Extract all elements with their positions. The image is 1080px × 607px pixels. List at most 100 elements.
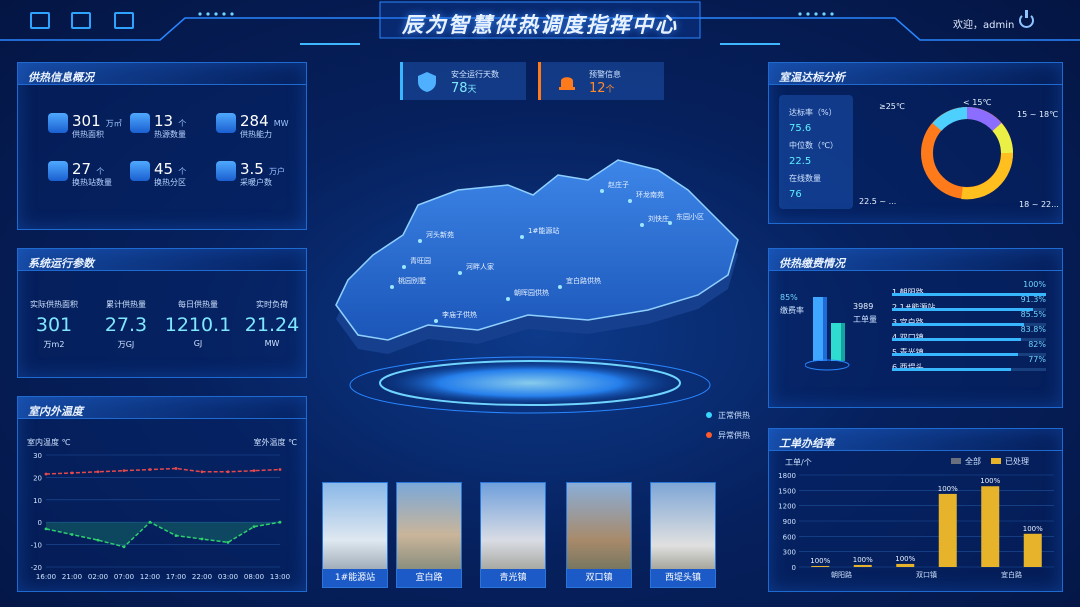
series-point <box>96 538 100 542</box>
work-order-panel: 工单办结率 工单/个 全部 已处理 1800 1500 1200 900 600 300 0… <box>768 428 1063 592</box>
legend-all: 全部 <box>965 457 981 466</box>
temperature-panel: 室内外温度 室内温度 ℃ 室外温度 ℃ 30 20 10 0 -10 -20 16:00 21… <box>17 396 307 592</box>
map-place-label: 1#能源站 <box>528 226 559 235</box>
station-thumb-label: 宜白路 <box>397 569 461 587</box>
param-value: 27.3 <box>104 314 148 336</box>
series-point <box>148 520 152 524</box>
station-thumb[interactable]: 青光镇 <box>480 482 546 588</box>
y-axis-label: 工单/个 <box>785 458 812 467</box>
map-place-label: 朝晖园供热 <box>514 288 549 297</box>
stat-value: 45 <box>154 160 174 178</box>
x-tick-label: 双口镇 <box>916 570 937 579</box>
place-dot-icon <box>600 189 604 193</box>
x-tick-label: 21:00 <box>62 573 82 581</box>
place-dot-icon <box>558 285 562 289</box>
heating-map: 赵庄子环龙南苑刘快庄 东园小区河头新苑 1#能源站青旺园河畔人家桃园别墅朝晖园供热 宜… <box>335 159 739 414</box>
map-place-label: 桃园别墅 <box>398 276 426 285</box>
series-point <box>122 469 126 473</box>
supply-info-panel: 供热信息概况 301 万㎡ 供热面积 13 个热源数量 284 MW 供热能力 27 个换… <box>17 62 307 230</box>
y-tick-label: 1800 <box>778 472 796 480</box>
shield-icon <box>418 72 436 92</box>
y-tick-label: 600 <box>783 533 796 541</box>
y-tick-label: 300 <box>783 549 796 557</box>
place-dot-icon <box>418 239 422 243</box>
stat-label: 供热能力 <box>240 130 272 139</box>
legend-done: 已处理 <box>1005 457 1029 466</box>
param-2: 每日供热量 1210.1 GJ <box>162 299 234 348</box>
page-title: 辰为智慧供热调度指挥中心 <box>402 13 678 37</box>
place-dot-icon <box>668 221 672 225</box>
fee-row-pct: 85.5% <box>1020 310 1046 319</box>
fee-row-pct: 83.8% <box>1020 325 1046 334</box>
donut-label-15: < 15℃ <box>963 98 991 107</box>
station-thumb[interactable]: 双口镇 <box>566 482 632 588</box>
x-tick-label: 朝阳路 <box>831 570 852 579</box>
param-value: 301 <box>35 314 73 336</box>
stat-unit: 个 <box>178 167 187 176</box>
y-tick-label: -20 <box>31 564 42 572</box>
x-tick-label: 13:00 <box>270 573 290 581</box>
bar-data-label: 100% <box>980 477 1000 485</box>
stat-unit: 万户 <box>268 167 285 176</box>
area-icon <box>48 113 68 133</box>
normal-dot-icon <box>706 412 712 418</box>
bar-data-label: 100% <box>895 555 915 563</box>
x-tick-label: 03:00 <box>218 573 238 581</box>
donut-label-18-22: 18 ~ 22... <box>1019 200 1059 209</box>
param-1: 累计供热量 27.3 万GJ <box>90 299 162 350</box>
param-label: 累计供热量 <box>106 300 146 309</box>
stat-unit: 个 <box>96 167 105 176</box>
place-dot-icon <box>402 265 406 269</box>
place-dot-icon <box>640 223 644 227</box>
map-place-label: 宜白路供热 <box>566 276 601 285</box>
donut-label-22: 22.5 ~ ... <box>859 197 896 206</box>
x-tick-label: 08:00 <box>244 573 264 581</box>
station-thumb-label: 双口镇 <box>567 569 631 587</box>
station-thumb[interactable]: 宜白路 <box>396 482 462 588</box>
station-thumb[interactable]: 1#能源站 <box>322 482 388 588</box>
series-line-0 <box>45 467 281 475</box>
param-3: 实时负荷 21.24 MW <box>236 299 308 348</box>
hands-icon <box>130 161 150 181</box>
series-point <box>226 470 230 474</box>
x-tick-label: 02:00 <box>88 573 108 581</box>
panel-title: 系统运行参数 <box>28 257 94 270</box>
y-tick-label: 20 <box>33 474 42 482</box>
room-temp-stats: 达标率（%） 75.6 中位数（℃） 22.5 在线数量 76 <box>779 95 853 209</box>
outdoor-area <box>46 522 280 547</box>
rate-label: 达标率（%） <box>789 108 837 117</box>
place-dot-icon <box>520 235 524 239</box>
bar <box>938 493 957 567</box>
series-point <box>252 525 256 529</box>
place-dot-icon <box>434 319 438 323</box>
stat-value: 3.5 <box>240 160 264 178</box>
alarm-value: 12 <box>589 81 606 96</box>
stat-value: 27 <box>72 160 92 178</box>
series-point <box>226 540 230 544</box>
station-thumb-label: 青光镇 <box>481 569 545 587</box>
param-unit: MW <box>264 339 280 348</box>
place-dot-icon <box>506 297 510 301</box>
stat-unit: 万㎡ <box>105 119 122 128</box>
series-point <box>278 520 282 524</box>
series-point <box>148 468 152 471</box>
map-place-label: 河头新苑 <box>426 230 454 239</box>
house-icon <box>216 113 236 133</box>
bar <box>896 563 915 567</box>
map-place-label: 刘快庄 <box>648 214 669 223</box>
map-legend: 正常供热 异常供热 <box>706 410 750 444</box>
series-point <box>70 533 74 536</box>
station-thumb[interactable]: 西堤头镇 <box>650 482 716 588</box>
safe-days-card: 安全运行天数 78天 <box>400 62 526 100</box>
param-unit: GJ <box>193 339 203 348</box>
power-icon[interactable] <box>1019 10 1034 28</box>
map-place-label: 青旺园 <box>410 256 431 265</box>
room-temp-panel: 室温达标分析 达标率（%） 75.6 中位数（℃） 22.5 在线数量 76 ≥… <box>768 62 1063 224</box>
series-point <box>174 534 178 538</box>
flame-icon <box>48 161 68 181</box>
station-thumb-label: 西堤头镇 <box>651 569 715 587</box>
fee-orders-value: 3989 <box>853 302 874 311</box>
safe-days-label: 安全运行天数 <box>451 70 499 79</box>
panel-title: 室内外温度 <box>28 405 83 418</box>
temperature-chart: 30 20 10 0 -10 -2016:00 21:00 02:00 07:00 12:00 17… <box>31 452 291 581</box>
